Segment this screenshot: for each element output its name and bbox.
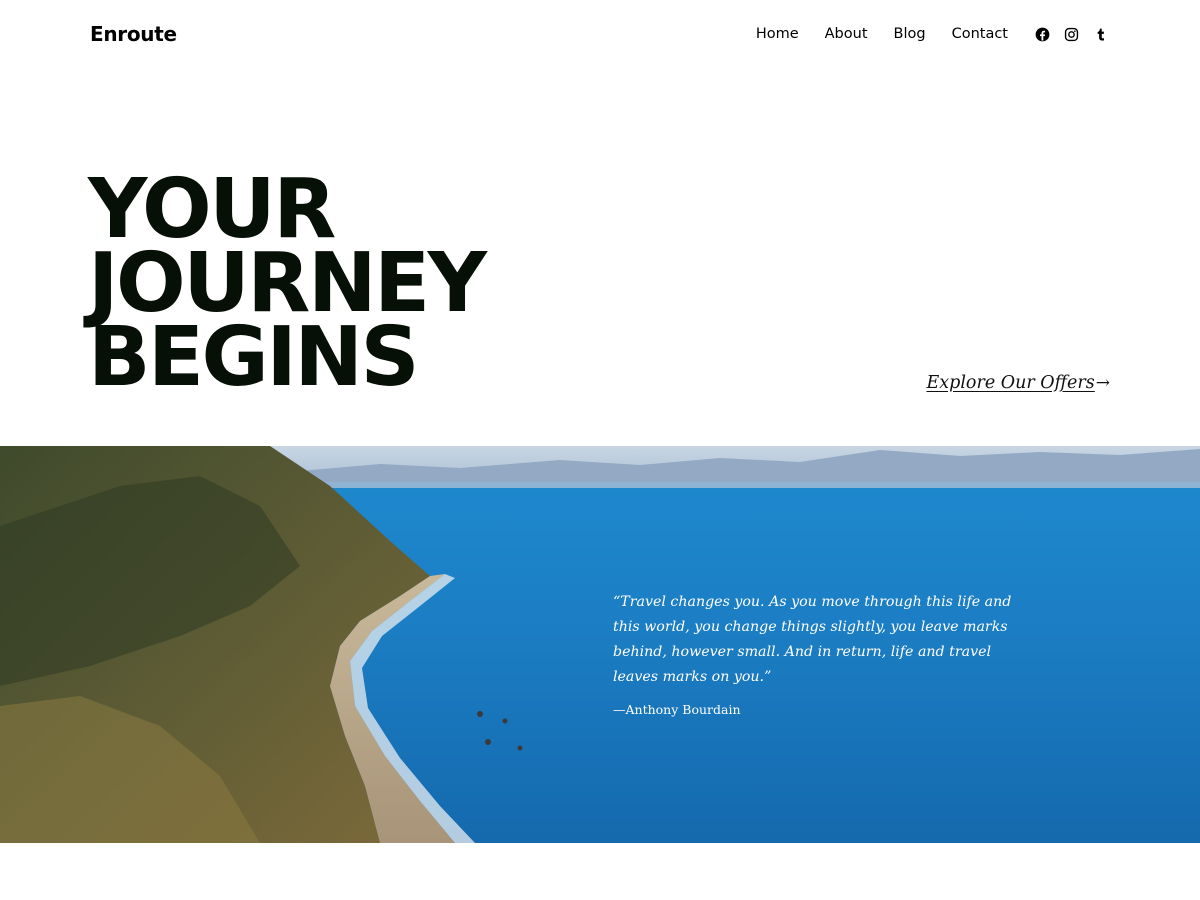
cover-image-section: “Travel changes you. As you move through… (0, 446, 1200, 843)
social-links (1034, 26, 1108, 42)
site-header: Enroute Home About Blog Contact (0, 0, 1200, 72)
explore-offers-label: Explore Our Offers (926, 373, 1095, 393)
nav-about[interactable]: About (825, 26, 868, 42)
nav-home[interactable]: Home (756, 26, 799, 42)
nav-blog[interactable]: Blog (894, 26, 926, 42)
hero-title-line: BEGINS (88, 310, 420, 405)
nav-contact[interactable]: Contact (952, 26, 1008, 42)
explore-offers-link[interactable]: Explore Our Offers → (926, 373, 1110, 393)
main-navigation: Home About Blog Contact (756, 26, 1108, 42)
coastline-image (0, 446, 1200, 843)
facebook-icon[interactable] (1034, 26, 1050, 42)
hero-title: YOUR JOURNEY BEGINS (88, 169, 487, 405)
quote-block: “Travel changes you. As you move through… (613, 590, 1013, 717)
instagram-icon[interactable] (1063, 26, 1079, 42)
tumblr-icon[interactable] (1092, 26, 1108, 42)
quote-text: “Travel changes you. As you move through… (613, 594, 1012, 685)
arrow-right-icon: → (1095, 373, 1110, 393)
site-title[interactable]: Enroute (90, 22, 177, 46)
quote-citation: —Anthony Bourdain (613, 702, 741, 717)
